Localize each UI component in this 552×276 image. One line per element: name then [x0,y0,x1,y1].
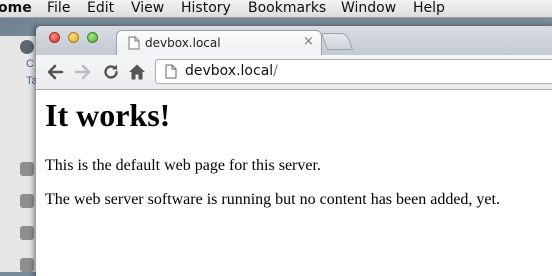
new-tab-button[interactable] [320,33,354,50]
menu-view[interactable]: View [131,0,164,17]
zoom-window-button[interactable] [87,32,98,43]
camera-icon [20,162,34,176]
url-path: / [273,63,278,79]
forward-arrow-icon[interactable] [74,63,92,86]
tab-strip: devbox.local × [36,26,552,56]
menu-file[interactable]: File [47,0,70,17]
tab-title: devbox.local [145,36,221,50]
home-icon[interactable] [128,63,146,86]
browser-window: devbox.local × devbox.local/ It works! T… [36,26,552,276]
reload-icon[interactable] [102,63,120,86]
address-bar[interactable]: devbox.local/ [155,59,552,84]
url-text: devbox.local/ [185,63,278,79]
menu-bookmarks[interactable]: Bookmarks [248,0,326,17]
page-content: It works! This is the default web page f… [36,90,552,276]
menu-app-name[interactable]: ome [0,0,32,17]
comment-icon [20,258,34,272]
menu-help[interactable]: Help [413,0,445,17]
background-text: C [26,58,34,70]
page-icon [165,64,177,84]
url-host: devbox.local [185,63,274,79]
minimize-window-button[interactable] [68,32,79,43]
background-window: C Ta [0,36,41,272]
menu-edit[interactable]: Edit [87,0,114,17]
menu-window[interactable]: Window [341,0,396,17]
menu-bar: ome File Edit View History Bookmarks Win… [0,0,552,18]
close-tab-icon[interactable]: × [303,34,314,49]
wordpress-icon [20,40,34,54]
back-arrow-icon[interactable] [46,63,64,86]
toolbar: devbox.local/ [36,55,552,90]
page-icon [128,36,140,55]
close-window-button[interactable] [49,32,60,43]
menu-history[interactable]: History [181,0,231,17]
link-icon [20,194,34,208]
page-heading: It works! [45,97,171,133]
paragraph: The web server software is running but n… [45,191,500,208]
paragraph: This is the default web page for this se… [45,157,321,174]
tab-devbox-local[interactable]: devbox.local × [116,30,322,56]
pages-icon [20,226,34,240]
